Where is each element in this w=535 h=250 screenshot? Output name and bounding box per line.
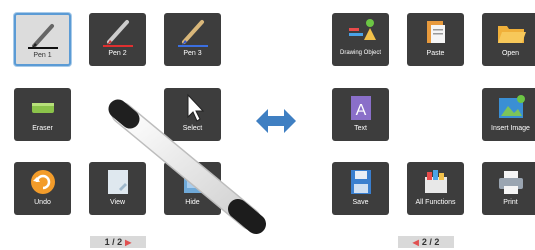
insert-image-label: Insert Image bbox=[491, 125, 530, 132]
eraser-button[interactable]: Eraser bbox=[14, 88, 71, 141]
open-button[interactable]: Open bbox=[482, 13, 535, 66]
pen-2-label: Pen 2 bbox=[108, 50, 127, 57]
svg-text:A: A bbox=[355, 102, 366, 119]
undo-label: Undo bbox=[34, 199, 51, 206]
pen-blue-icon bbox=[177, 20, 208, 47]
print-label: Print bbox=[503, 199, 518, 206]
drawing-object-icon bbox=[348, 19, 376, 40]
pen-2-button[interactable]: Pen 2 bbox=[89, 13, 146, 66]
pen-1-label: Pen 1 bbox=[33, 52, 52, 59]
insert-image-button[interactable]: Insert Image bbox=[482, 88, 535, 141]
page-number-left: 1 / 2 bbox=[104, 237, 123, 247]
pen-black-icon bbox=[27, 24, 58, 49]
eraser-icon bbox=[31, 103, 54, 113]
pen-3-label: Pen 3 bbox=[183, 50, 202, 57]
pen-1-button[interactable]: Pen 1 bbox=[14, 13, 71, 66]
paste-button[interactable]: Paste bbox=[407, 13, 464, 66]
undo-button[interactable]: Undo bbox=[14, 162, 71, 215]
all-functions-label: All Functions bbox=[415, 199, 456, 206]
pen-red-icon bbox=[102, 20, 133, 47]
eraser-label: Eraser bbox=[32, 125, 53, 132]
print-button[interactable]: Print bbox=[482, 162, 535, 215]
stylus-pen-image bbox=[108, 99, 266, 234]
drawing-object-label: Drawing Object bbox=[339, 50, 381, 56]
text-button[interactable]: A Text bbox=[332, 88, 389, 141]
save-label: Save bbox=[352, 199, 369, 206]
page-number-right: 2 / 2 bbox=[421, 237, 440, 247]
drawing-object-button[interactable]: Drawing Object bbox=[332, 13, 389, 66]
undo-icon bbox=[30, 170, 55, 194]
save-button[interactable]: Save bbox=[332, 162, 389, 215]
insert-image-icon bbox=[498, 95, 525, 118]
folder-open-icon bbox=[497, 26, 526, 43]
paste-icon bbox=[426, 21, 445, 43]
save-icon bbox=[350, 170, 371, 194]
text-label: Text bbox=[354, 125, 367, 132]
print-icon bbox=[498, 171, 523, 194]
prev-page-icon[interactable]: ◀ bbox=[413, 238, 419, 247]
open-label: Open bbox=[501, 50, 520, 57]
pen-3-button[interactable]: Pen 3 bbox=[164, 13, 221, 66]
text-icon: A bbox=[350, 96, 371, 120]
page-indicator-left[interactable]: 1 / 2 ▶ bbox=[90, 236, 146, 248]
all-functions-icon bbox=[424, 170, 447, 193]
paste-label: Paste bbox=[426, 50, 445, 57]
all-functions-button[interactable]: All Functions bbox=[407, 162, 464, 215]
page-indicator-right[interactable]: ◀ 2 / 2 bbox=[398, 236, 454, 248]
next-page-icon[interactable]: ▶ bbox=[125, 238, 131, 247]
